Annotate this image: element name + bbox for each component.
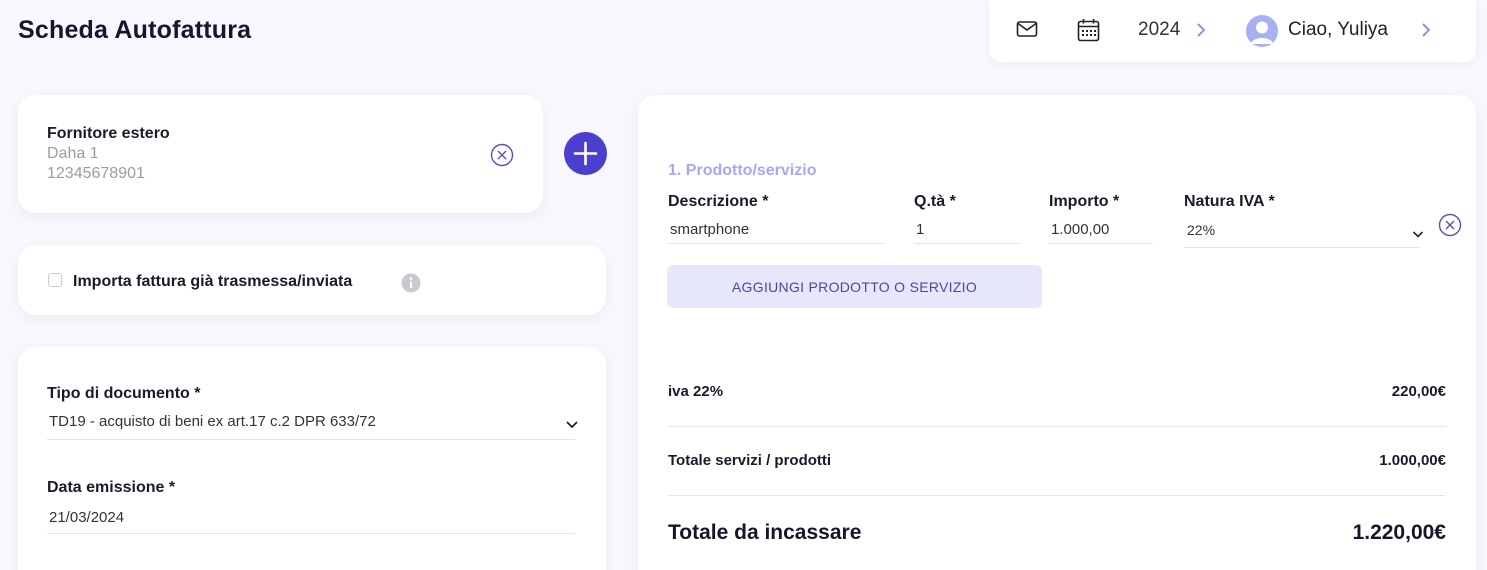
quantity-input[interactable]: 1	[916, 221, 924, 238]
clear-supplier-icon[interactable]	[490, 143, 514, 172]
total-label: Totale da incassare	[668, 521, 862, 544]
vat-summary-value: 220,00€	[1391, 383, 1446, 400]
supplier-vat: 12345678901	[47, 165, 145, 182]
total-value: 1.220,00€	[1352, 521, 1446, 544]
chevron-down-icon[interactable]	[1412, 226, 1424, 244]
remove-row-icon[interactable]	[1438, 213, 1462, 242]
column-amount: Importo *	[1049, 193, 1120, 210]
vat-nature-select[interactable]: 22%	[1187, 222, 1215, 238]
page-title: Scheda Autofattura	[18, 16, 252, 44]
import-label: Importa fattura già trasmessa/inviata	[73, 273, 353, 290]
amount-input[interactable]: 1.000,00	[1051, 221, 1109, 238]
import-checkbox[interactable]	[48, 273, 62, 287]
summary-divider	[668, 495, 1446, 496]
products-card: 1. Prodotto/servizio Descrizione * Q.tà …	[638, 95, 1476, 570]
vat-summary-label: iva 22%	[668, 383, 724, 400]
year-selector[interactable]: 2024	[1138, 19, 1180, 41]
description-underline	[668, 243, 884, 244]
add-product-button[interactable]: AGGIUNGI PRODOTTO O SERVIZIO	[667, 265, 1042, 308]
column-description: Descrizione *	[668, 193, 769, 210]
user-greeting[interactable]: Ciao, Yuliya	[1288, 19, 1388, 41]
date-input[interactable]: 21/03/2024	[49, 509, 124, 526]
document-card: Tipo di documento * TD19 - acquisto di b…	[18, 347, 606, 570]
vat-nature-underline	[1184, 247, 1420, 248]
import-card: Importa fattura già trasmessa/inviata	[18, 245, 606, 315]
date-underline	[47, 533, 575, 534]
chevron-right-icon[interactable]	[1196, 22, 1206, 43]
summary-divider	[668, 426, 1446, 427]
calendar-icon[interactable]	[1077, 18, 1100, 47]
add-supplier-button[interactable]	[564, 132, 607, 175]
description-input[interactable]: smartphone	[670, 221, 749, 238]
plus-icon	[573, 141, 598, 166]
chevron-right-icon[interactable]	[1421, 22, 1431, 43]
quantity-underline	[914, 243, 1020, 244]
user-avatar-icon[interactable]	[1246, 15, 1278, 47]
column-vat-nature: Natura IVA *	[1184, 193, 1275, 210]
mail-icon[interactable]	[1016, 20, 1038, 43]
supplier-title: Fornitore estero	[47, 125, 170, 142]
date-label: Data emissione *	[47, 479, 176, 496]
supplier-card: Fornitore estero Daha 1 12345678901	[18, 95, 543, 213]
info-icon[interactable]	[401, 273, 421, 298]
amount-underline	[1049, 243, 1153, 244]
supplier-name: Daha 1	[47, 145, 99, 162]
chevron-down-icon[interactable]	[565, 417, 579, 435]
subtotal-label: Totale servizi / prodotti	[668, 452, 832, 469]
column-quantity: Q.tà *	[914, 193, 956, 210]
subtotal-value: 1.000,00€	[1379, 452, 1446, 469]
top-bar: 2024 Ciao, Yuliya	[989, 0, 1476, 62]
document-type-label: Tipo di documento *	[47, 385, 201, 402]
section-title: 1. Prodotto/servizio	[668, 162, 817, 179]
document-type-underline	[47, 439, 575, 440]
document-type-select[interactable]: TD19 - acquisto di beni ex art.17 c.2 DP…	[49, 413, 376, 430]
